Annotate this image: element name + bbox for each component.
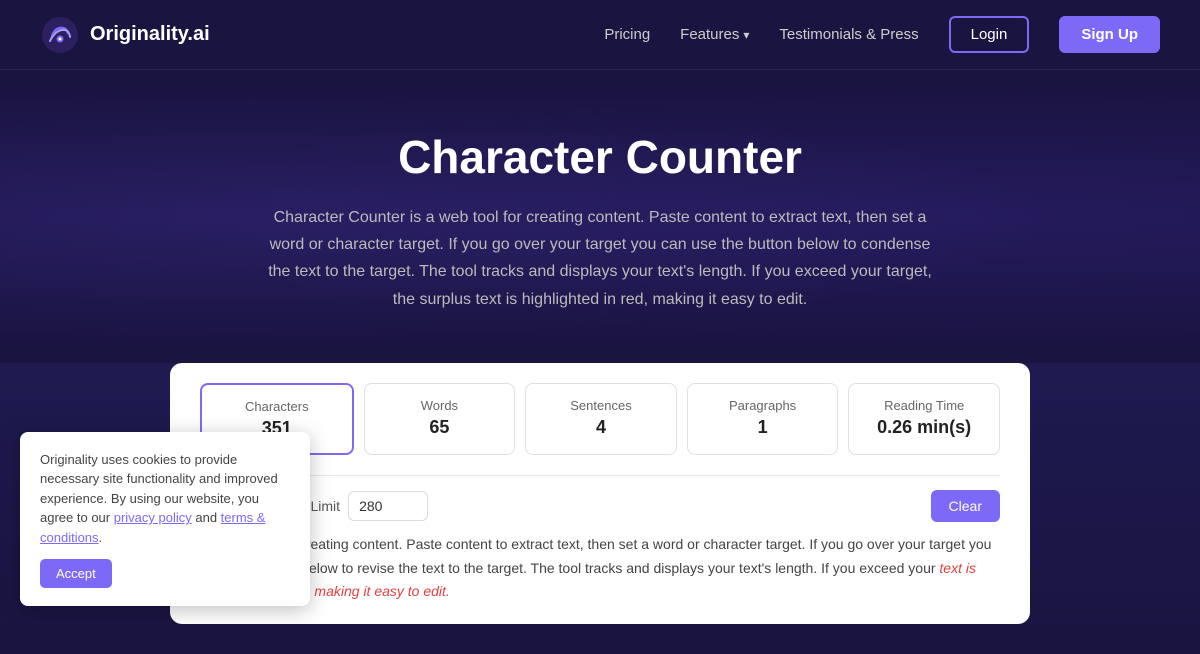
limit-input[interactable]: [348, 491, 428, 521]
stat-sentences-label: Sentences: [536, 398, 666, 413]
cookie-accept-button[interactable]: Accept: [40, 559, 112, 588]
navbar: Originality.ai Pricing Features ▾ Testim…: [0, 0, 1200, 70]
clear-button[interactable]: Clear: [931, 490, 1000, 522]
nav-testimonials[interactable]: Testimonials & Press: [779, 26, 918, 43]
page-title: Character Counter: [40, 130, 1160, 184]
cookie-text-between: and: [192, 510, 221, 525]
hero-description: Character Counter is a web tool for crea…: [260, 204, 940, 313]
signup-button[interactable]: Sign Up: [1059, 16, 1160, 53]
stat-sentences-value: 4: [536, 417, 666, 438]
text-normal: s a web tool for creating content. Paste…: [200, 536, 991, 576]
cookie-privacy-link[interactable]: privacy policy: [114, 510, 192, 525]
cookie-banner: Originality uses cookies to provide nece…: [20, 432, 310, 607]
hero-section: Character Counter Character Counter is a…: [0, 70, 1200, 363]
stat-words-label: Words: [375, 398, 505, 413]
stat-paragraphs-label: Paragraphs: [698, 398, 828, 413]
login-button[interactable]: Login: [949, 16, 1030, 53]
stat-words-value: 65: [375, 417, 505, 438]
limit-label: Limit: [311, 498, 341, 514]
logo-text: Originality.ai: [90, 23, 210, 46]
stat-sentences[interactable]: Sentences 4: [525, 383, 677, 455]
stat-reading-time[interactable]: Reading Time 0.26 min(s): [848, 383, 1000, 455]
stat-paragraphs-value: 1: [698, 417, 828, 438]
cookie-text: Originality uses cookies to provide nece…: [40, 450, 290, 548]
nav-pricing[interactable]: Pricing: [604, 26, 650, 43]
stat-words[interactable]: Words 65: [364, 383, 516, 455]
stat-reading-time-label: Reading Time: [859, 398, 989, 413]
logo-icon: [40, 15, 80, 55]
stat-paragraphs[interactable]: Paragraphs 1: [687, 383, 839, 455]
cookie-text-after: .: [99, 530, 103, 545]
stat-characters-label: Characters: [212, 399, 342, 414]
logo-link[interactable]: Originality.ai: [40, 15, 210, 55]
nav-links: Pricing Features ▾ Testimonials & Press …: [604, 16, 1160, 53]
features-chevron-icon: ▾: [743, 28, 749, 42]
stat-reading-time-value: 0.26 min(s): [859, 417, 989, 438]
nav-features[interactable]: Features ▾: [680, 26, 749, 43]
text-preview: s a web tool for creating content. Paste…: [200, 533, 1000, 604]
